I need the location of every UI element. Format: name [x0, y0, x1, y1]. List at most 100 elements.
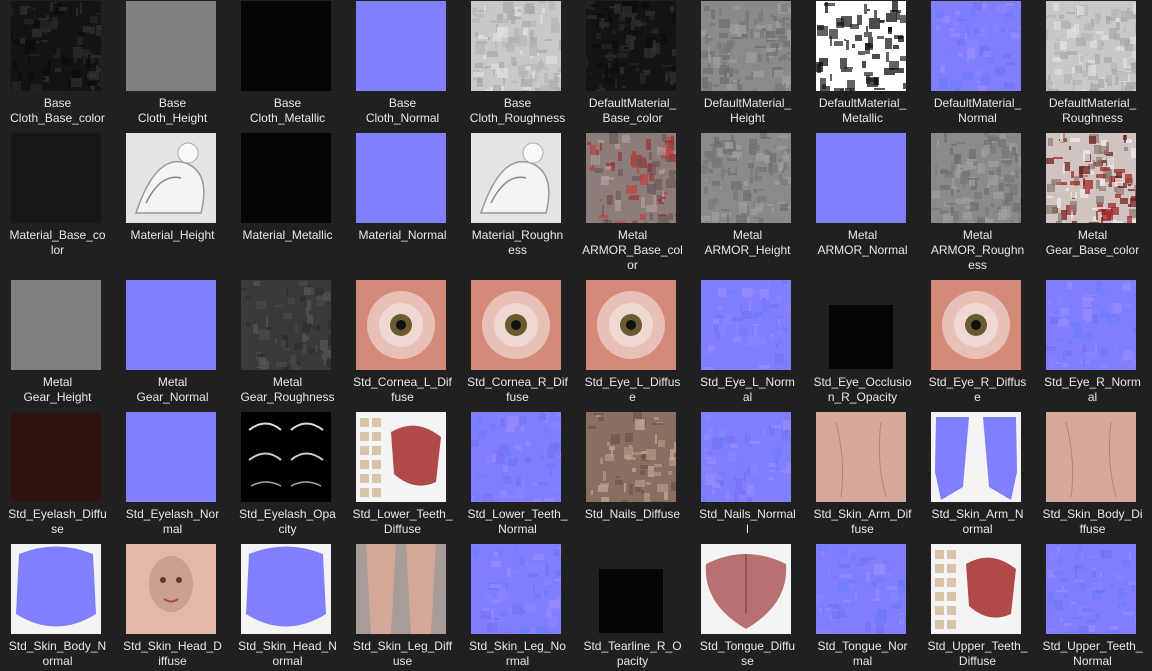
- texture-thumbnail: [701, 133, 791, 223]
- texture-file-name: Std_Upper_Teeth_ Diffuse: [927, 639, 1028, 668]
- texture-thumbnail: [1046, 133, 1136, 223]
- texture-file-name: Material_Base_co lor: [9, 228, 106, 257]
- texture-file-name: Base Cloth_Normal: [365, 96, 440, 125]
- texture-thumbnail: [586, 133, 676, 223]
- texture-thumbnail: [586, 1, 676, 91]
- texture-thumbnail: [356, 133, 446, 223]
- texture-file-name: Base Cloth_Metallic: [249, 96, 326, 125]
- texture-file-name: Std_Eye_R_Norm al: [1044, 375, 1141, 404]
- texture-file-name: Std_Eyelash_Diffu se: [8, 507, 107, 536]
- texture-file-name: Std_Cornea_R_Dif fuse: [467, 375, 568, 404]
- texture-thumbnail: [11, 412, 101, 502]
- texture-thumbnail: [471, 412, 561, 502]
- texture-file-name: Std_Skin_Leg_No rmal: [469, 639, 566, 668]
- texture-thumbnail: [126, 412, 216, 502]
- texture-file-name: Std_Nails_Normal l: [699, 507, 796, 536]
- texture-file-name: Std_Eye_L_Diffus e: [584, 375, 681, 404]
- texture-thumbnail: [126, 280, 216, 370]
- texture-thumbnail: [1046, 280, 1136, 370]
- texture-file-name: Base Cloth_Height: [137, 96, 208, 125]
- texture-file-name: Metal ARMOR_Height: [704, 228, 791, 257]
- texture-file-name: DefaultMaterial_ Normal: [933, 96, 1022, 125]
- texture-file-name: Metal ARMOR_Base_col or: [582, 228, 683, 272]
- texture-file-name: Std_Nails_Diffuse: [584, 507, 681, 521]
- texture-file-name: Std_Skin_Head_N ormal: [238, 639, 337, 668]
- texture-file-name: Metal ARMOR_Roughn ess: [930, 228, 1025, 272]
- texture-thumbnail: [126, 544, 216, 634]
- texture-file-name: Std_Eye_R_Diffus e: [928, 375, 1027, 404]
- texture-file-name: DefaultMaterial_ Height: [703, 96, 792, 125]
- texture-file-name: Std_Skin_Body_Di ffuse: [1042, 507, 1143, 536]
- texture-file-name: Base Cloth_Base_color: [10, 96, 105, 125]
- texture-thumbnail: [356, 1, 446, 91]
- texture-file-name: Std_Skin_Arm_N ormal: [931, 507, 1024, 536]
- texture-thumbnail: [356, 412, 446, 502]
- texture-thumbnail: [586, 280, 676, 370]
- texture-thumbnail: [931, 1, 1021, 91]
- texture-file-name: Material_Height: [130, 228, 215, 242]
- texture-thumbnail: [241, 544, 331, 634]
- texture-thumbnail: [11, 280, 101, 370]
- texture-thumbnail: [931, 544, 1021, 634]
- texture-thumbnail: [11, 133, 101, 223]
- texture-thumbnail: [356, 280, 446, 370]
- texture-file-name: Std_Skin_Arm_Dif fuse: [813, 507, 912, 536]
- texture-file-name: Std_Skin_Head_D iffuse: [123, 639, 222, 668]
- texture-file-name: Std_Tongue_Nor mal: [817, 639, 908, 668]
- texture-file-name: Metal Gear_Normal: [136, 375, 209, 404]
- texture-thumbnail: [701, 280, 791, 370]
- texture-thumbnail: [241, 280, 331, 370]
- texture-file-name: Std_Lower_Teeth_ Diffuse: [352, 507, 453, 536]
- texture-thumbnail: [126, 1, 216, 91]
- texture-thumbnail: [931, 280, 1021, 370]
- texture-thumbnail: [471, 544, 561, 634]
- texture-file-name: Metal Gear_Height: [23, 375, 92, 404]
- texture-thumbnail: [356, 544, 446, 634]
- texture-thumbnail: [241, 133, 331, 223]
- texture-file-name: Std_Skin_Body_N ormal: [8, 639, 107, 668]
- texture-file-name: Std_Skin_Leg_Diff use: [352, 639, 453, 668]
- texture-thumbnail: [931, 133, 1021, 223]
- texture-thumbnail: [1046, 1, 1136, 91]
- texture-thumbnail: [701, 1, 791, 91]
- texture-file-name: Std_Eye_L_Norm al: [700, 375, 795, 404]
- texture-thumbnail: [816, 133, 906, 223]
- texture-thumbnail: [471, 1, 561, 91]
- texture-thumbnail: [241, 1, 331, 91]
- texture-file-name: DefaultMaterial_ Metallic: [818, 96, 907, 125]
- texture-thumbnail: [471, 280, 561, 370]
- texture-file-name: Material_Metallic: [242, 228, 333, 242]
- texture-file-name: DefaultMaterial_ Roughness: [1048, 96, 1137, 125]
- texture-thumbnail: [126, 133, 216, 223]
- texture-thumbnail: [701, 544, 791, 634]
- texture-thumbnail: [586, 412, 676, 502]
- texture-file-name: Std_Tearline_R_O pacity: [583, 639, 682, 668]
- texture-thumbnail: [931, 412, 1021, 502]
- texture-file-grid: Base Cloth_Base_color Base Cloth_Height Ba…: [0, 0, 1152, 671]
- texture-file-name: Std_Cornea_L_Dif fuse: [353, 375, 452, 404]
- texture-file-name: Std_Tongue_Diffu se: [699, 639, 796, 668]
- texture-file-name: Base Cloth_Roughness: [469, 96, 566, 125]
- texture-thumbnail: [701, 412, 791, 502]
- texture-file-name: Std_Eyelash_Opa city: [239, 507, 336, 536]
- texture-thumbnail: [11, 1, 101, 91]
- texture-thumbnail: [11, 544, 101, 634]
- texture-thumbnail: [816, 544, 906, 634]
- texture-file-name: Material_Normal: [358, 228, 447, 242]
- texture-thumbnail: [1046, 544, 1136, 634]
- texture-thumbnail: [816, 412, 906, 502]
- texture-file-name: Metal Gear_Base_color: [1045, 228, 1140, 257]
- texture-file-name: DefaultMaterial_ Base_color: [588, 96, 677, 125]
- texture-file-name: Metal ARMOR_Normal: [817, 228, 908, 257]
- texture-thumbnail: [829, 305, 893, 369]
- texture-thumbnail: [241, 412, 331, 502]
- texture-file-name: Std_Eyelash_Nor mal: [125, 507, 220, 536]
- texture-file-name: Std_Eye_Occlusio n_R_Opacity: [813, 375, 912, 404]
- texture-file-name: Material_Roughn ess: [471, 228, 564, 257]
- texture-thumbnail: [471, 133, 561, 223]
- texture-thumbnail: [1046, 412, 1136, 502]
- texture-file-name: Std_Upper_Teeth_ Normal: [1042, 639, 1143, 668]
- texture-thumbnail: [599, 569, 663, 633]
- texture-file-name: Std_Lower_Teeth_ Normal: [467, 507, 568, 536]
- texture-file-name: Metal Gear_Roughness: [240, 375, 335, 404]
